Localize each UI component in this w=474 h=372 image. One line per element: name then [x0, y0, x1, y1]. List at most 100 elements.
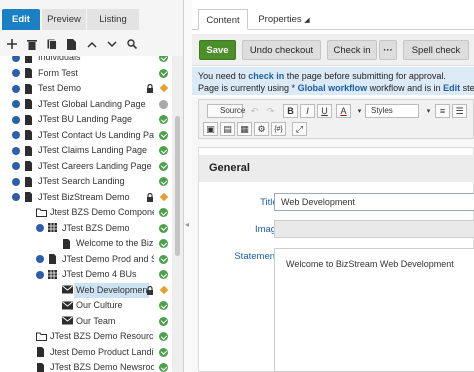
- move-icon[interactable]: [64, 36, 80, 52]
- expand-toggle-icon[interactable]: [36, 224, 44, 232]
- splitter-grip-icon[interactable]: ◂: [185, 220, 189, 229]
- published-status-icon: [159, 146, 168, 155]
- page-icon: [24, 114, 33, 127]
- undo-icon[interactable]: ↶: [247, 104, 262, 118]
- tree-node-label: Form Test: [38, 67, 78, 78]
- tab-properties[interactable]: Properties ◢: [254, 9, 314, 30]
- tab-content[interactable]: Content: [198, 9, 248, 30]
- tree-node-label: JTest Search Landing: [38, 176, 125, 186]
- lock-icon: [146, 285, 154, 295]
- check-in-link[interactable]: check in: [248, 71, 284, 81]
- chevron-down-icon[interactable]: [104, 36, 120, 52]
- tree-node[interactable]: JTest Search Landing: [0, 174, 172, 190]
- check-in-button[interactable]: Check in: [327, 40, 377, 60]
- tree-node-label: JTest Demo Prod and Se: [62, 253, 154, 264]
- scrollbar-thumb[interactable]: [175, 116, 180, 256]
- chevron-up-icon[interactable]: [84, 36, 100, 52]
- tree-scrollbar[interactable]: [172, 56, 183, 372]
- tree-node[interactable]: JTest BZS Demo: [0, 221, 172, 237]
- copy-icon[interactable]: [44, 36, 60, 52]
- save-button[interactable]: Save: [199, 40, 236, 60]
- tree-node-label: JTest BZS Demo Resources: [50, 331, 154, 341]
- page-icon: [24, 192, 33, 204]
- maximize-icon[interactable]: ⤢: [292, 122, 307, 136]
- expand-toggle-icon[interactable]: [12, 84, 20, 93]
- published-status-icon: [159, 115, 168, 124]
- tree-node[interactable]: JTest BU Landing Page: [0, 112, 172, 128]
- tree-node[interactable]: JTest Demo Prod and Se: [0, 252, 172, 268]
- redo-icon[interactable]: ↷: [263, 104, 278, 118]
- insert-image-icon[interactable]: ▣: [203, 122, 218, 136]
- spell-check-button[interactable]: Spell check: [403, 40, 469, 60]
- numbered-list-icon[interactable]: ☰: [452, 104, 467, 118]
- bold-icon[interactable]: B: [283, 104, 298, 118]
- edit-form: General Title:* Web Development Image: S…: [198, 147, 474, 372]
- expand-toggle-icon[interactable]: [36, 255, 44, 263]
- tab-edit[interactable]: Edit: [2, 9, 40, 30]
- tree-node-label: JTest BZS Demo Newsroom: [50, 362, 154, 372]
- tree-node[interactable]: Web Developmen: [0, 282, 172, 298]
- expand-toggle-icon[interactable]: [12, 69, 20, 77]
- published-status-icon: [159, 347, 168, 357]
- expand-toggle-icon[interactable]: [12, 115, 20, 124]
- tree-node[interactable]: Welcome to the BizStrea: [0, 236, 172, 252]
- section-heading: General: [199, 155, 474, 182]
- title-input[interactable]: Web Development: [274, 193, 474, 211]
- tree-node[interactable]: JTest BZS Demo Resources: [0, 329, 172, 345]
- expand-toggle-icon[interactable]: [12, 193, 20, 201]
- expand-toggle-icon[interactable]: [12, 56, 20, 62]
- underline-icon[interactable]: U: [317, 104, 332, 118]
- tree-node-label: JTest BZS Demo: [62, 222, 130, 233]
- tree-node[interactable]: Test Demo: [0, 81, 172, 97]
- expand-toggle-icon[interactable]: [12, 100, 20, 108]
- tree-node-label: Our Culture: [76, 300, 123, 310]
- expand-toggle-icon[interactable]: [12, 162, 20, 170]
- step-link[interactable]: Edit: [443, 83, 460, 93]
- undo-checkout-button[interactable]: Undo checkout: [242, 40, 321, 60]
- tree-node[interactable]: JTest BizStream Demo: [0, 190, 172, 206]
- tree-node-label: Jtest Demo Product Landin: [50, 346, 154, 357]
- expand-toggle-icon[interactable]: [12, 177, 20, 186]
- tree-node[interactable]: Jtest BZS Demo Componen: [0, 205, 172, 221]
- expand-toggle-icon[interactable]: [36, 270, 44, 279]
- tree-node-label: JTest Claims Landing Page: [38, 145, 148, 155]
- insert-link-icon[interactable]: ⚙: [254, 122, 269, 136]
- expand-toggle-icon[interactable]: [12, 146, 20, 155]
- delete-icon[interactable]: [24, 36, 40, 52]
- lock-icon: [146, 83, 154, 93]
- styles-dropdown-icon[interactable]: ▾: [421, 104, 436, 118]
- pane-splitter[interactable]: ◂: [184, 0, 192, 372]
- expand-toggle-icon[interactable]: [12, 131, 20, 139]
- workflow-link[interactable]: Global workflow: [298, 83, 368, 93]
- tree-node[interactable]: JTest Careers Landing Page: [0, 159, 172, 175]
- source-button[interactable]: Source: [207, 104, 245, 118]
- editor-pane: Content Properties ◢ Save Undo checkout …: [192, 0, 474, 372]
- insert-table-icon[interactable]: ▦: [237, 122, 252, 136]
- tree-node[interactable]: Our Team: [0, 314, 172, 330]
- add-icon[interactable]: [4, 36, 20, 52]
- search-icon[interactable]: [124, 36, 140, 52]
- styles-select[interactable]: Styles: [365, 104, 419, 118]
- text-color-icon[interactable]: A: [336, 104, 351, 118]
- tree-node[interactable]: Jtest Demo Product Landin: [0, 345, 172, 361]
- tab-preview[interactable]: Preview: [42, 9, 86, 30]
- lock-icon: [146, 192, 154, 202]
- mail-icon: [62, 285, 73, 296]
- bulleted-list-icon[interactable]: ≡: [435, 104, 450, 118]
- tree-node[interactable]: JTest Global Landing Page: [0, 97, 172, 113]
- image-selector[interactable]: [274, 220, 474, 238]
- insert-macro-icon[interactable]: {#}: [271, 122, 286, 136]
- statement-editor[interactable]: Welcome to BizStream Web Development: [274, 248, 474, 372]
- tree-node[interactable]: JTest Contact Us Landing Page: [0, 128, 172, 144]
- italic-icon[interactable]: I: [300, 104, 315, 118]
- tree-node[interactable]: JTest BZS Demo Newsroom: [0, 360, 172, 372]
- tree-node[interactable]: JTest Demo 4 BUs: [0, 267, 172, 283]
- tree-node-label: Our Team: [76, 315, 116, 326]
- tree-node[interactable]: Form Test: [0, 66, 172, 82]
- insert-media-icon[interactable]: ▤: [220, 122, 235, 136]
- tree-node[interactable]: Individuals: [0, 56, 172, 66]
- more-actions-button[interactable]: ···: [379, 40, 397, 60]
- tree-node[interactable]: Our Culture: [0, 298, 172, 314]
- tree-node[interactable]: JTest Claims Landing Page: [0, 143, 172, 159]
- tab-listing[interactable]: Listing: [87, 9, 139, 30]
